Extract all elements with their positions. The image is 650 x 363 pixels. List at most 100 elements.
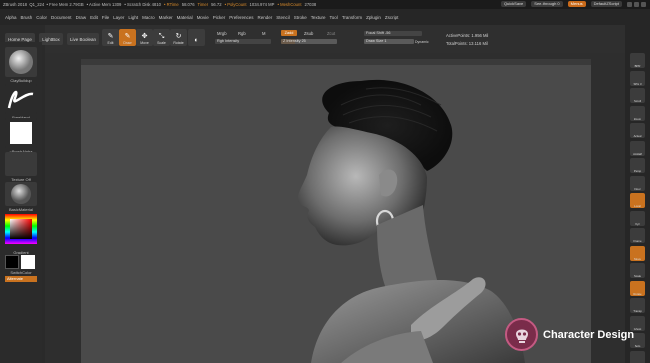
focal-shift-slider[interactable]: Focal Shift -56 — [364, 31, 422, 36]
rgb-toggle[interactable]: Rgb — [238, 31, 246, 36]
menu-marker[interactable]: Marker — [159, 15, 173, 20]
default-zscript-button[interactable]: DefaultZScript — [590, 1, 622, 7]
menu-preferences[interactable]: Preferences — [229, 15, 253, 20]
color-picker[interactable]: Gradient — [5, 214, 37, 255]
titlebar-right: QuickSave See-through 0 Menus DefaultZSc… — [500, 1, 646, 7]
shelf-button-label: Rotate — [633, 291, 642, 296]
stat-item: • Scratch Disk 4810 — [124, 2, 161, 7]
lightbox-button[interactable]: LightBox — [39, 33, 63, 45]
stroke-slot[interactable]: FreeHand — [5, 84, 37, 120]
menu-document[interactable]: Document — [51, 15, 72, 20]
menu-render[interactable]: Render — [257, 15, 272, 20]
white-square-icon — [10, 122, 32, 144]
menu-material[interactable]: Material — [177, 15, 193, 20]
menu-brush[interactable]: Brush — [21, 15, 33, 20]
menu-layer[interactable]: Layer — [113, 15, 124, 20]
scale-button[interactable]: ⤡ Scale — [153, 29, 170, 46]
move-button[interactable]: ✥ Move — [136, 29, 153, 46]
right-shelf: BPR SPix 3 Scroll Zoom Actual AAHalf Persp Floo… — [625, 25, 650, 363]
shelf-transp-button[interactable]: Transp — [630, 298, 645, 313]
tool-label: Move — [140, 41, 149, 45]
draw-size-slider[interactable]: Draw Size 1 — [364, 39, 414, 44]
maximize-icon[interactable] — [634, 1, 639, 7]
menu-picker[interactable]: Picker — [213, 15, 226, 20]
edit-button[interactable]: ✎ Edit — [102, 29, 119, 46]
m-toggle[interactable]: M — [262, 31, 266, 36]
switch-color-label: SwitchColor — [10, 270, 32, 275]
minimize-icon[interactable] — [627, 1, 632, 7]
edit-icon: ✎ — [107, 33, 114, 40]
secondary-color-swatch[interactable] — [21, 255, 35, 269]
rgb-intensity-slider[interactable]: Rgb Intensity — [215, 39, 271, 44]
shelf-persp-button[interactable]: Persp — [630, 158, 645, 173]
see-through-slider[interactable]: See-through 0 — [531, 1, 563, 7]
app-title: ZBrush 2018 — [3, 2, 27, 7]
shelf-frame-button[interactable]: Frame — [630, 228, 645, 243]
alternate-button[interactable]: Alternate — [5, 276, 37, 282]
menu-stencil[interactable]: Stencil — [276, 15, 290, 20]
menu-light[interactable]: Light — [128, 15, 138, 20]
zcut-toggle[interactable]: Zcut — [327, 31, 335, 36]
watermark-text: Character Design — [543, 328, 635, 341]
material-sphere-icon — [11, 184, 31, 204]
shelf-floor-button[interactable]: Floor — [630, 175, 645, 191]
shelf-move-button[interactable]: Move — [630, 245, 645, 261]
stat-item: 27038 — [304, 2, 317, 7]
texture-slot[interactable]: Texture Off — [5, 152, 37, 182]
dynamic-toggle[interactable]: Dynamic — [415, 40, 429, 44]
menu-zscript[interactable]: Zscript — [385, 15, 399, 20]
title-bar: ZBrush 2018 Q1_224 • Free Mem 2.79GB • Ac… — [0, 0, 650, 9]
rotate-button[interactable]: ↻ Rotate — [170, 29, 187, 46]
freehand-thumb — [5, 84, 37, 114]
menu-movie[interactable]: Movie — [197, 15, 209, 20]
menu-tool[interactable]: Tool — [330, 15, 338, 20]
menu-zplugin[interactable]: Zplugin — [366, 15, 381, 20]
shelf-spix-3-button[interactable]: SPix 3 — [630, 70, 645, 86]
shelf-local-button[interactable]: Local — [630, 193, 645, 208]
menu-texture[interactable]: Texture — [311, 15, 326, 20]
switch-color-slot[interactable]: SwitchColor Alternate — [5, 255, 37, 282]
draw-icon: ✎ — [124, 33, 131, 40]
left-palette: ClayBuildup FreeHand ~BrushAlpha Texture… — [0, 42, 42, 363]
main-color-swatch[interactable] — [5, 255, 19, 269]
shelf-button-label: Persp — [633, 169, 642, 173]
shelf-bpr-button[interactable]: BPR — [630, 53, 645, 68]
shelf-actual-button[interactable]: Actual — [630, 123, 645, 138]
color-picker-icon — [5, 214, 37, 244]
menu-stroke[interactable]: Stroke — [294, 15, 307, 20]
z-intensity-label: Z Intensity 25 — [283, 39, 306, 43]
active-points-readout: ActivePoints: 1.956 Mil — [446, 33, 489, 38]
shelf-aahalf-button[interactable]: AAHalf — [630, 140, 645, 156]
menus-button[interactable]: Menus — [567, 1, 586, 7]
draw-button[interactable]: ✎ Draw — [119, 29, 136, 46]
shelf-scroll-button[interactable]: Scroll — [630, 88, 645, 103]
sphere-edit-button[interactable]: ◐ — [188, 29, 205, 46]
material-slot[interactable]: BasicMaterial — [5, 182, 37, 212]
shelf-button-label: Scroll — [634, 99, 641, 103]
shelf-xyz-button[interactable]: Xyz — [630, 210, 645, 226]
shelf-xpose-button[interactable]: Xpose — [630, 350, 645, 363]
z-intensity-slider[interactable]: Z Intensity 25 — [281, 39, 337, 44]
menu-transform[interactable]: Transform — [342, 15, 362, 20]
menu-edit[interactable]: Edit — [90, 15, 98, 20]
shelf-zoom-button[interactable]: Zoom — [630, 105, 645, 121]
brush-slot[interactable]: ClayBuildup — [5, 47, 37, 83]
shelf-rotate-button[interactable]: Rotate — [630, 280, 645, 296]
total-points-readout: TotalPoints: 13.116 Mil — [446, 41, 488, 46]
shelf-scale-button[interactable]: Scale — [630, 263, 645, 278]
menu-macro[interactable]: Macro — [142, 15, 155, 20]
mrgb-toggle[interactable]: Mrgb — [217, 31, 227, 36]
menu-alpha[interactable]: Alpha — [5, 15, 17, 20]
menu-draw[interactable]: Draw — [76, 15, 87, 20]
brush-alpha-thumb — [5, 118, 37, 148]
rotate-icon: ↻ — [175, 33, 182, 40]
alpha-slot[interactable]: ~BrushAlpha — [5, 118, 37, 154]
menu-file[interactable]: File — [102, 15, 109, 20]
zsub-toggle[interactable]: Zsub — [304, 31, 313, 36]
live-boolean-button[interactable]: Live Boolean — [67, 33, 99, 45]
zadd-toggle[interactable]: Zadd — [281, 30, 297, 36]
shelf-button-label: Xyz — [635, 221, 640, 226]
menu-color[interactable]: Color — [36, 15, 47, 20]
quicksave-button[interactable]: QuickSave — [500, 1, 527, 7]
close-icon[interactable] — [641, 1, 646, 7]
